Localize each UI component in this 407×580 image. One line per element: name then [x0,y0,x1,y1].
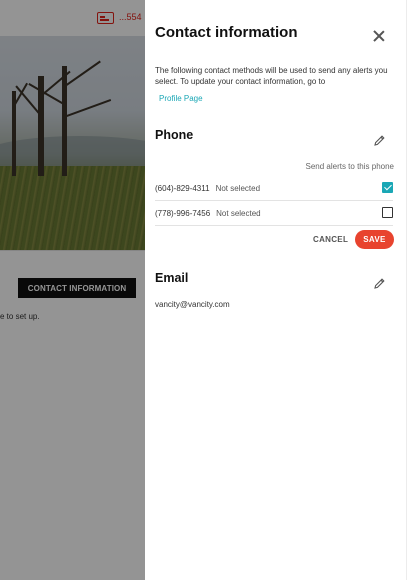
phone-number: (604)-829-4311 [155,183,210,193]
send-alerts-column-header: Send alerts to this phone [305,162,394,171]
phone-status: Not selected [215,183,261,193]
phone-row: (604)-829-4311 Not selected [155,177,393,199]
panel-description: The following contact methods will be us… [155,66,388,86]
contact-information-button[interactable]: CONTACT INFORMATION [18,278,136,298]
setup-text: e to set up. [0,312,40,321]
email-section-title: Email [155,271,189,285]
background-header: ...554 [0,0,145,36]
phone-section-title: Phone [155,128,194,142]
save-button[interactable]: SAVE [355,230,394,249]
close-icon[interactable] [373,30,385,42]
send-alerts-checkbox[interactable] [382,207,393,218]
panel-title: Contact information [155,24,298,41]
send-alerts-checkbox[interactable] [382,182,393,193]
edit-phone-pencil-icon[interactable] [373,134,386,147]
landscape-photo [0,36,145,250]
background-content [0,250,145,580]
cancel-button[interactable]: CANCEL [313,235,348,244]
background-page: ...554 CONTACT INFORMATION e to set up. [0,0,145,580]
account-number: ...554 [119,12,142,22]
phone-status: Not selected [216,208,261,218]
email-address: vancity@vancity.com [155,300,230,309]
contact-information-panel: Contact information The following contac… [145,0,407,580]
edit-email-pencil-icon[interactable] [373,277,386,290]
row-divider [155,225,393,226]
profile-page-link[interactable]: Profile Page [159,94,203,103]
credit-card-icon [97,12,114,24]
row-divider [155,200,393,201]
phone-row: (778)-996-7456 Not selected [155,202,393,224]
phone-number: (778)-996-7456 [155,208,211,218]
